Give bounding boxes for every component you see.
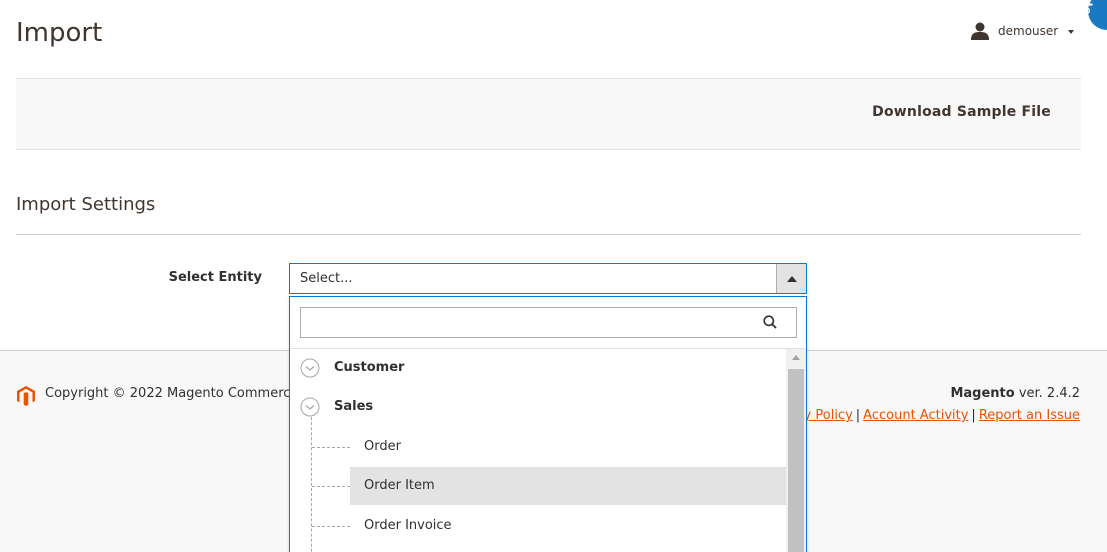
option-item-background	[350, 428, 786, 466]
option-item-label: Order	[364, 439, 401, 454]
collapse-toggle-icon[interactable]	[300, 358, 320, 378]
user-menu[interactable]: demouser	[970, 22, 1075, 40]
section-title: Import Settings	[16, 194, 156, 215]
account-activity-link[interactable]: Account Activity	[863, 408, 968, 423]
report-issue-link[interactable]: Report an Issue	[979, 408, 1080, 423]
tree-connector	[312, 447, 350, 448]
chevron-down-icon	[1068, 30, 1075, 34]
corner-badge[interactable]: de	[1088, 0, 1107, 30]
option-group-sales[interactable]: Sales	[290, 388, 786, 426]
page-actions-bar: Download Sample File	[16, 78, 1081, 150]
scrollbar-thumb[interactable]	[788, 369, 804, 552]
version-text: Magento ver. 2.4.2	[950, 386, 1080, 401]
select-entity-dropdown[interactable]: Select...	[289, 263, 807, 294]
user-icon	[971, 22, 989, 40]
chevron-up-icon	[787, 276, 797, 282]
page-title: Import	[16, 18, 103, 48]
select-entity-label: Select Entity	[168, 270, 262, 285]
download-sample-file-button[interactable]: Download Sample File	[872, 104, 1051, 120]
version-number: ver. 2.4.2	[1018, 386, 1080, 401]
option-item-label: Order Invoice	[364, 518, 452, 533]
options-tree: Customer Sales Order Order Item Order In…	[290, 349, 786, 552]
option-group-label: Customer	[334, 360, 405, 375]
entity-options-panel: Customer Sales Order Order Item Order In…	[289, 296, 807, 552]
option-item-order-item[interactable]: Order Item	[290, 467, 786, 505]
user-name: demouser	[998, 24, 1059, 38]
scroll-up-arrow-icon[interactable]	[792, 355, 800, 360]
page: Import demouser de Download Sample File …	[0, 0, 1107, 552]
collapse-toggle-icon[interactable]	[300, 397, 320, 417]
option-item-order[interactable]: Order	[290, 428, 786, 466]
option-group-customer[interactable]: Customer	[290, 349, 786, 387]
footer-links: Privacy Policy | Account Activity | Report a…	[764, 408, 1080, 423]
tree-connector	[312, 486, 350, 487]
option-group-label: Sales	[334, 399, 374, 414]
select-entity-value: Select...	[300, 271, 353, 286]
magento-logo-icon	[17, 386, 35, 406]
option-item-label: Order Item	[364, 478, 435, 493]
divider	[16, 234, 1081, 235]
option-item-order-invoice[interactable]: Order Invoice	[290, 507, 786, 545]
options-search	[290, 297, 806, 349]
options-search-input[interactable]	[300, 307, 797, 338]
options-scrollbar[interactable]	[786, 349, 806, 552]
brand-name: Magento	[950, 386, 1015, 401]
corner-badge-text: de	[1088, 0, 1094, 15]
search-icon	[763, 315, 777, 329]
tree-connector	[312, 526, 350, 527]
dropdown-toggle-button[interactable]	[776, 264, 806, 293]
